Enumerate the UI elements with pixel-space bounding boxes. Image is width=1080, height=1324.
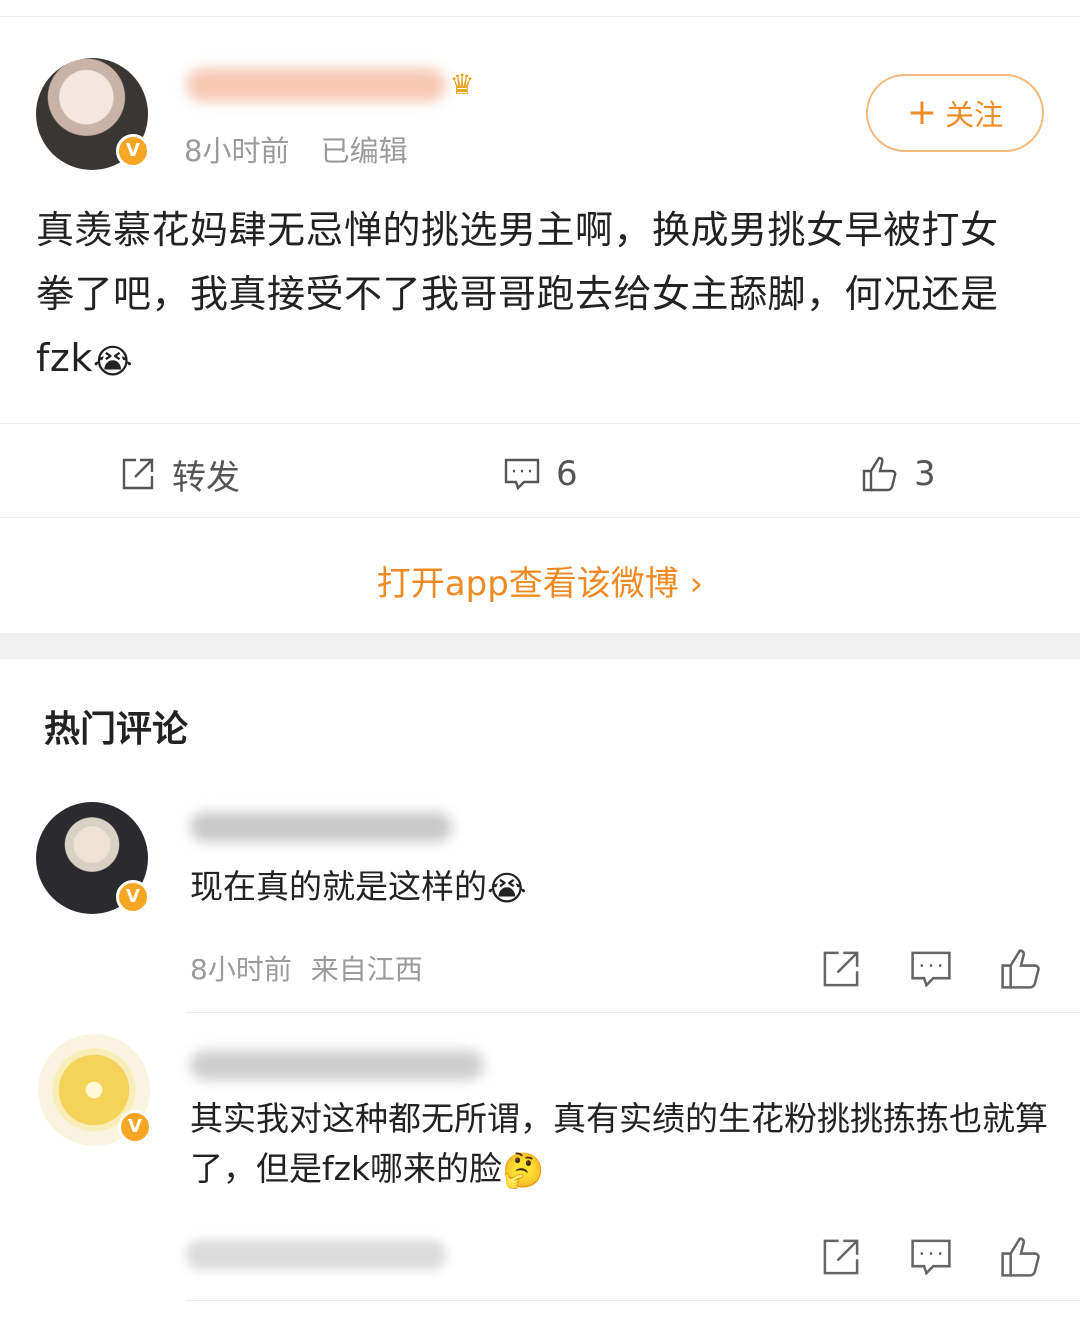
verified-badge: V bbox=[116, 880, 150, 914]
commenter-avatar[interactable]: V bbox=[36, 802, 150, 914]
share-icon[interactable] bbox=[818, 1234, 864, 1280]
hot-comments-title: 热门评论 bbox=[44, 709, 189, 750]
follow-button[interactable]: + 关注 bbox=[866, 74, 1044, 152]
comment-meta: 8小时前 来自江西 bbox=[190, 948, 423, 988]
comment-button[interactable]: 6 bbox=[502, 448, 578, 500]
crying-emoji-icon: 😭 bbox=[92, 342, 134, 382]
section-separator bbox=[0, 633, 1080, 659]
comment-icon[interactable] bbox=[908, 1234, 954, 1280]
commenter-name-blurred[interactable] bbox=[190, 1050, 484, 1080]
comment-text: 其实我对这种都无所谓，真有实绩的生花粉挑挑拣拣也就算了，但是fzk哪来的脸🤔 bbox=[190, 1094, 1050, 1196]
thumbs-up-icon[interactable] bbox=[998, 1234, 1044, 1280]
thinking-emoji-icon: 🤔 bbox=[502, 1151, 545, 1191]
crying-emoji-icon: 😭 bbox=[487, 869, 527, 909]
top-divider bbox=[0, 16, 1080, 17]
post-text: 真羡慕花妈肆无忌惮的挑选男主啊，换成男挑女早被打女拳了吧，我真接受不了我哥哥跑去… bbox=[36, 208, 999, 380]
post-author-name-blurred[interactable] bbox=[186, 68, 446, 102]
open-app-link[interactable]: 打开app查看该微博 › bbox=[0, 556, 1080, 605]
plus-icon: + bbox=[906, 92, 938, 133]
share-icon bbox=[122, 458, 154, 490]
comment-meta-blurred bbox=[186, 1240, 446, 1270]
post-author-avatar[interactable]: V bbox=[36, 58, 150, 170]
verified-badge: V bbox=[118, 1110, 152, 1144]
share-icon[interactable] bbox=[818, 946, 864, 992]
post-time: 8小时前 bbox=[184, 134, 290, 168]
post-meta: 8小时前 已编辑 bbox=[184, 128, 408, 170]
comment-icon[interactable] bbox=[908, 946, 954, 992]
comment-divider bbox=[186, 1300, 1080, 1301]
comment-count: 6 bbox=[556, 454, 578, 494]
comment-body: 现在真的就是这样的 bbox=[190, 867, 487, 906]
thumbs-up-icon[interactable] bbox=[998, 946, 1044, 992]
comment-text: 现在真的就是这样的😭 bbox=[190, 862, 1050, 914]
follow-label: 关注 bbox=[945, 98, 1004, 132]
comment-time: 8小时前 bbox=[190, 953, 292, 986]
divider bbox=[0, 517, 1080, 518]
comment-icon bbox=[504, 458, 540, 491]
like-button[interactable]: 3 bbox=[860, 448, 936, 500]
commenter-avatar[interactable]: V bbox=[38, 1034, 152, 1146]
verified-badge: V bbox=[116, 134, 150, 168]
comment-divider bbox=[186, 1012, 1080, 1013]
comment-actions bbox=[818, 946, 1044, 992]
comment-body: 其实我对这种都无所谓，真有实绩的生花粉挑挑拣拣也就算了，但是fzk哪来的脸 bbox=[190, 1099, 1048, 1188]
thumbs-up-icon bbox=[862, 456, 897, 492]
post-edited-label: 已编辑 bbox=[320, 134, 408, 168]
comment-actions bbox=[818, 1234, 1044, 1280]
comment-location: 来自江西 bbox=[310, 953, 423, 986]
repost-label: 转发 bbox=[172, 457, 240, 498]
commenter-name-blurred[interactable] bbox=[190, 812, 452, 842]
like-count: 3 bbox=[914, 454, 936, 494]
divider bbox=[0, 423, 1080, 424]
medal-icon: ♛ bbox=[449, 68, 475, 101]
repost-button[interactable]: 转发 bbox=[118, 448, 240, 500]
post-body: 真羡慕花妈肆无忌惮的挑选男主啊，换成男挑女早被打女拳了吧，我真接受不了我哥哥跑去… bbox=[36, 198, 1036, 394]
